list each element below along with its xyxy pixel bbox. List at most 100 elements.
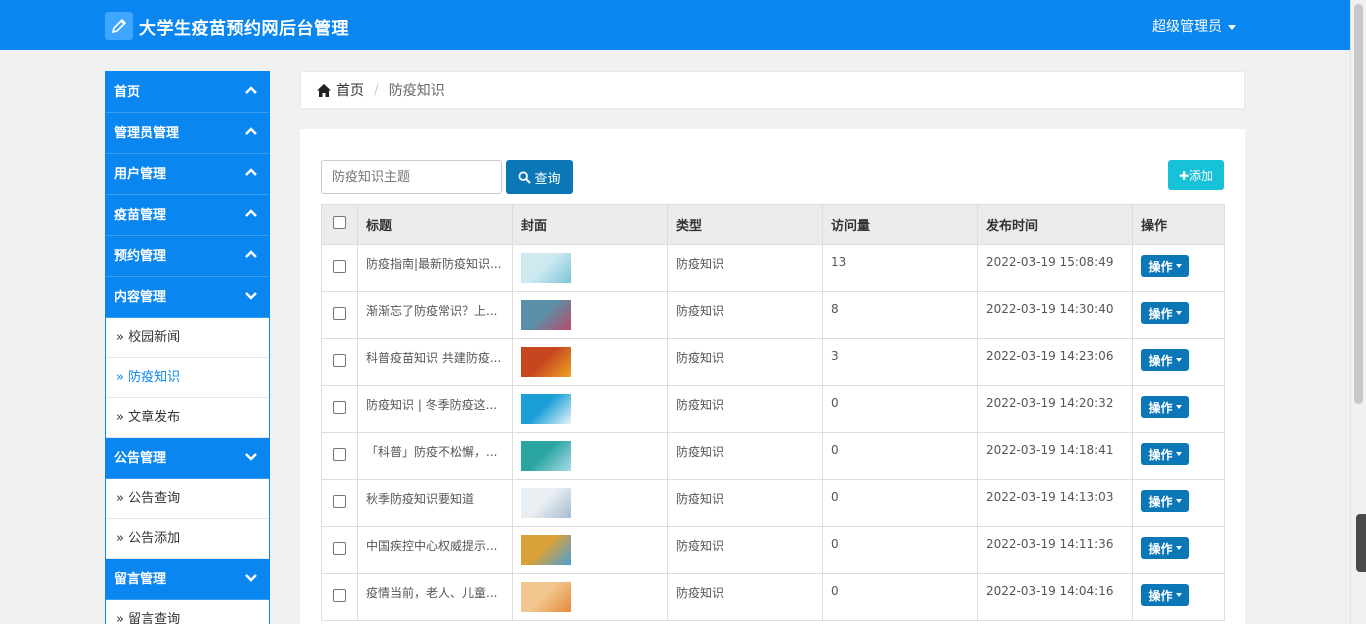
sidebar-group-header[interactable]: 管理员管理	[106, 113, 269, 154]
action-label: 操作	[1148, 588, 1173, 603]
row-title[interactable]: 秋季防疫知识要知道	[357, 479, 513, 527]
breadcrumb-home[interactable]: 首页	[336, 80, 364, 100]
sidebar-group-header[interactable]: 公告管理	[106, 438, 269, 479]
row-type: 防疫知识	[667, 479, 823, 527]
row-checkbox[interactable]	[333, 401, 346, 414]
sidebar-group-header[interactable]: 用户管理	[106, 154, 269, 195]
row-action-dropdown[interactable]: 操作	[1141, 490, 1189, 512]
sidebar-group-header[interactable]: 留言管理	[106, 559, 269, 600]
row-actions-cell: 操作	[1132, 573, 1225, 621]
chevron-down-icon	[245, 574, 257, 582]
header-time: 发布时间	[977, 204, 1133, 245]
action-label: 操作	[1148, 259, 1173, 274]
sidebar-group: 疫苗管理	[106, 195, 269, 236]
action-label: 操作	[1148, 353, 1173, 368]
header-checkbox-cell	[321, 204, 358, 245]
row-time: 2022-03-19 14:23:06	[977, 338, 1133, 386]
sidebar-item[interactable]: » 文章发布	[106, 398, 269, 438]
search-input[interactable]	[321, 160, 502, 194]
row-type: 防疫知识	[667, 573, 823, 621]
row-actions-cell: 操作	[1132, 526, 1225, 574]
row-action-dropdown[interactable]: 操作	[1141, 537, 1189, 559]
row-checkbox[interactable]	[333, 542, 346, 555]
sidebar-group: 公告管理 » 公告查询» 公告添加	[106, 438, 269, 559]
row-checkbox[interactable]	[333, 495, 346, 508]
row-title[interactable]: 科普疫苗知识 共建防疫...	[357, 338, 513, 386]
caret-down-icon	[1175, 311, 1182, 315]
row-cover-cell	[512, 338, 668, 386]
cover-thumbnail	[521, 347, 571, 377]
sidebar-item[interactable]: » 留言查询	[106, 600, 269, 624]
row-action-dropdown[interactable]: 操作	[1141, 349, 1189, 371]
row-title[interactable]: 防疫知识 | 冬季防疫这...	[357, 385, 513, 433]
row-type: 防疫知识	[667, 291, 823, 339]
row-title[interactable]: 「科普」防疫不松懈，...	[357, 432, 513, 480]
row-cover-cell	[512, 479, 668, 527]
row-checkbox-cell	[321, 432, 358, 480]
sidebar-group-header[interactable]: 首页	[106, 72, 269, 113]
row-views: 8	[822, 291, 978, 339]
table-row: 「科普」防疫不松懈，... 防疫知识 0 2022-03-19 14:18:41 操作	[321, 432, 1225, 480]
caret-down-icon	[1175, 593, 1182, 597]
row-title[interactable]: 渐渐忘了防疫常识？上...	[357, 291, 513, 339]
sidebar-item[interactable]: » 防疫知识	[106, 358, 269, 398]
caret-down-icon	[1175, 264, 1182, 268]
table-row: 防疫指南|最新防疫知识... 防疫知识 13 2022-03-19 15:08:49 操…	[321, 244, 1225, 292]
sidebar-item[interactable]: » 公告查询	[106, 479, 269, 519]
row-checkbox-cell	[321, 244, 358, 292]
row-checkbox[interactable]	[333, 448, 346, 461]
sidebar-group-header[interactable]: 预约管理	[106, 236, 269, 277]
header-title: 标题	[357, 204, 513, 245]
scroll-thumb[interactable]	[1354, 4, 1363, 404]
row-checkbox[interactable]	[333, 260, 346, 273]
row-action-dropdown[interactable]: 操作	[1141, 302, 1189, 324]
table-row: 渐渐忘了防疫常识？上... 防疫知识 8 2022-03-19 14:30:40 操作	[321, 291, 1225, 339]
row-time: 2022-03-19 15:08:49	[977, 244, 1133, 292]
sidebar-group-label: 留言管理	[114, 572, 167, 587]
table-row: 防疫知识 | 冬季防疫这... 防疫知识 0 2022-03-19 14:20:32 操…	[321, 385, 1225, 433]
add-button[interactable]: ✚添加	[1168, 160, 1224, 190]
caret-down-icon	[1175, 546, 1182, 550]
search-icon	[518, 170, 532, 184]
row-action-dropdown[interactable]: 操作	[1141, 443, 1189, 465]
row-checkbox-cell	[321, 291, 358, 339]
sidebar-item[interactable]: » 校园新闻	[106, 318, 269, 358]
sidebar-group-header[interactable]: 内容管理	[106, 277, 269, 318]
row-checkbox-cell	[321, 338, 358, 386]
row-action-dropdown[interactable]: 操作	[1141, 255, 1189, 277]
chevron-up-icon	[245, 127, 257, 135]
row-cover-cell	[512, 573, 668, 621]
cover-thumbnail	[521, 253, 571, 283]
row-title[interactable]: 中国疾控中心权威提示...	[357, 526, 513, 574]
row-cover-cell	[512, 432, 668, 480]
table-row: 科普疫苗知识 共建防疫... 防疫知识 3 2022-03-19 14:23:06 操作	[321, 338, 1225, 386]
row-type: 防疫知识	[667, 244, 823, 292]
row-action-dropdown[interactable]: 操作	[1141, 396, 1189, 418]
sidebar-group: 预约管理	[106, 236, 269, 277]
chevron-down-icon	[245, 453, 257, 461]
table-row: 中国疾控中心权威提示... 防疫知识 0 2022-03-19 14:11:36 操作	[321, 526, 1225, 574]
cover-thumbnail	[521, 488, 571, 518]
row-checkbox[interactable]	[333, 354, 346, 367]
row-actions-cell: 操作	[1132, 385, 1225, 433]
row-checkbox[interactable]	[333, 307, 346, 320]
chevron-up-icon	[245, 86, 257, 94]
side-widget[interactable]	[1356, 514, 1366, 572]
add-button-label: 添加	[1189, 168, 1214, 183]
row-action-dropdown[interactable]: 操作	[1141, 584, 1189, 606]
sidebar: 首页 管理员管理 用户管理 疫苗管理 预约管理 内容管理 » 校园新闻» 防疫知识» 文章发…	[105, 71, 270, 624]
row-title[interactable]: 疫情当前，老人、儿童...	[357, 573, 513, 621]
row-checkbox[interactable]	[333, 589, 346, 602]
row-time: 2022-03-19 14:13:03	[977, 479, 1133, 527]
row-views: 0	[822, 526, 978, 574]
user-menu-dropdown[interactable]: 超级管理员	[1152, 16, 1236, 36]
sidebar-item[interactable]: » 公告添加	[106, 519, 269, 559]
row-views: 0	[822, 573, 978, 621]
select-all-checkbox[interactable]	[333, 216, 346, 229]
breadcrumb: 首页 / 防疫知识	[300, 71, 1245, 109]
sidebar-group: 首页	[106, 72, 269, 113]
row-title[interactable]: 防疫指南|最新防疫知识...	[357, 244, 513, 292]
row-cover-cell	[512, 526, 668, 574]
search-button[interactable]: 查询	[506, 160, 573, 194]
sidebar-group-header[interactable]: 疫苗管理	[106, 195, 269, 236]
